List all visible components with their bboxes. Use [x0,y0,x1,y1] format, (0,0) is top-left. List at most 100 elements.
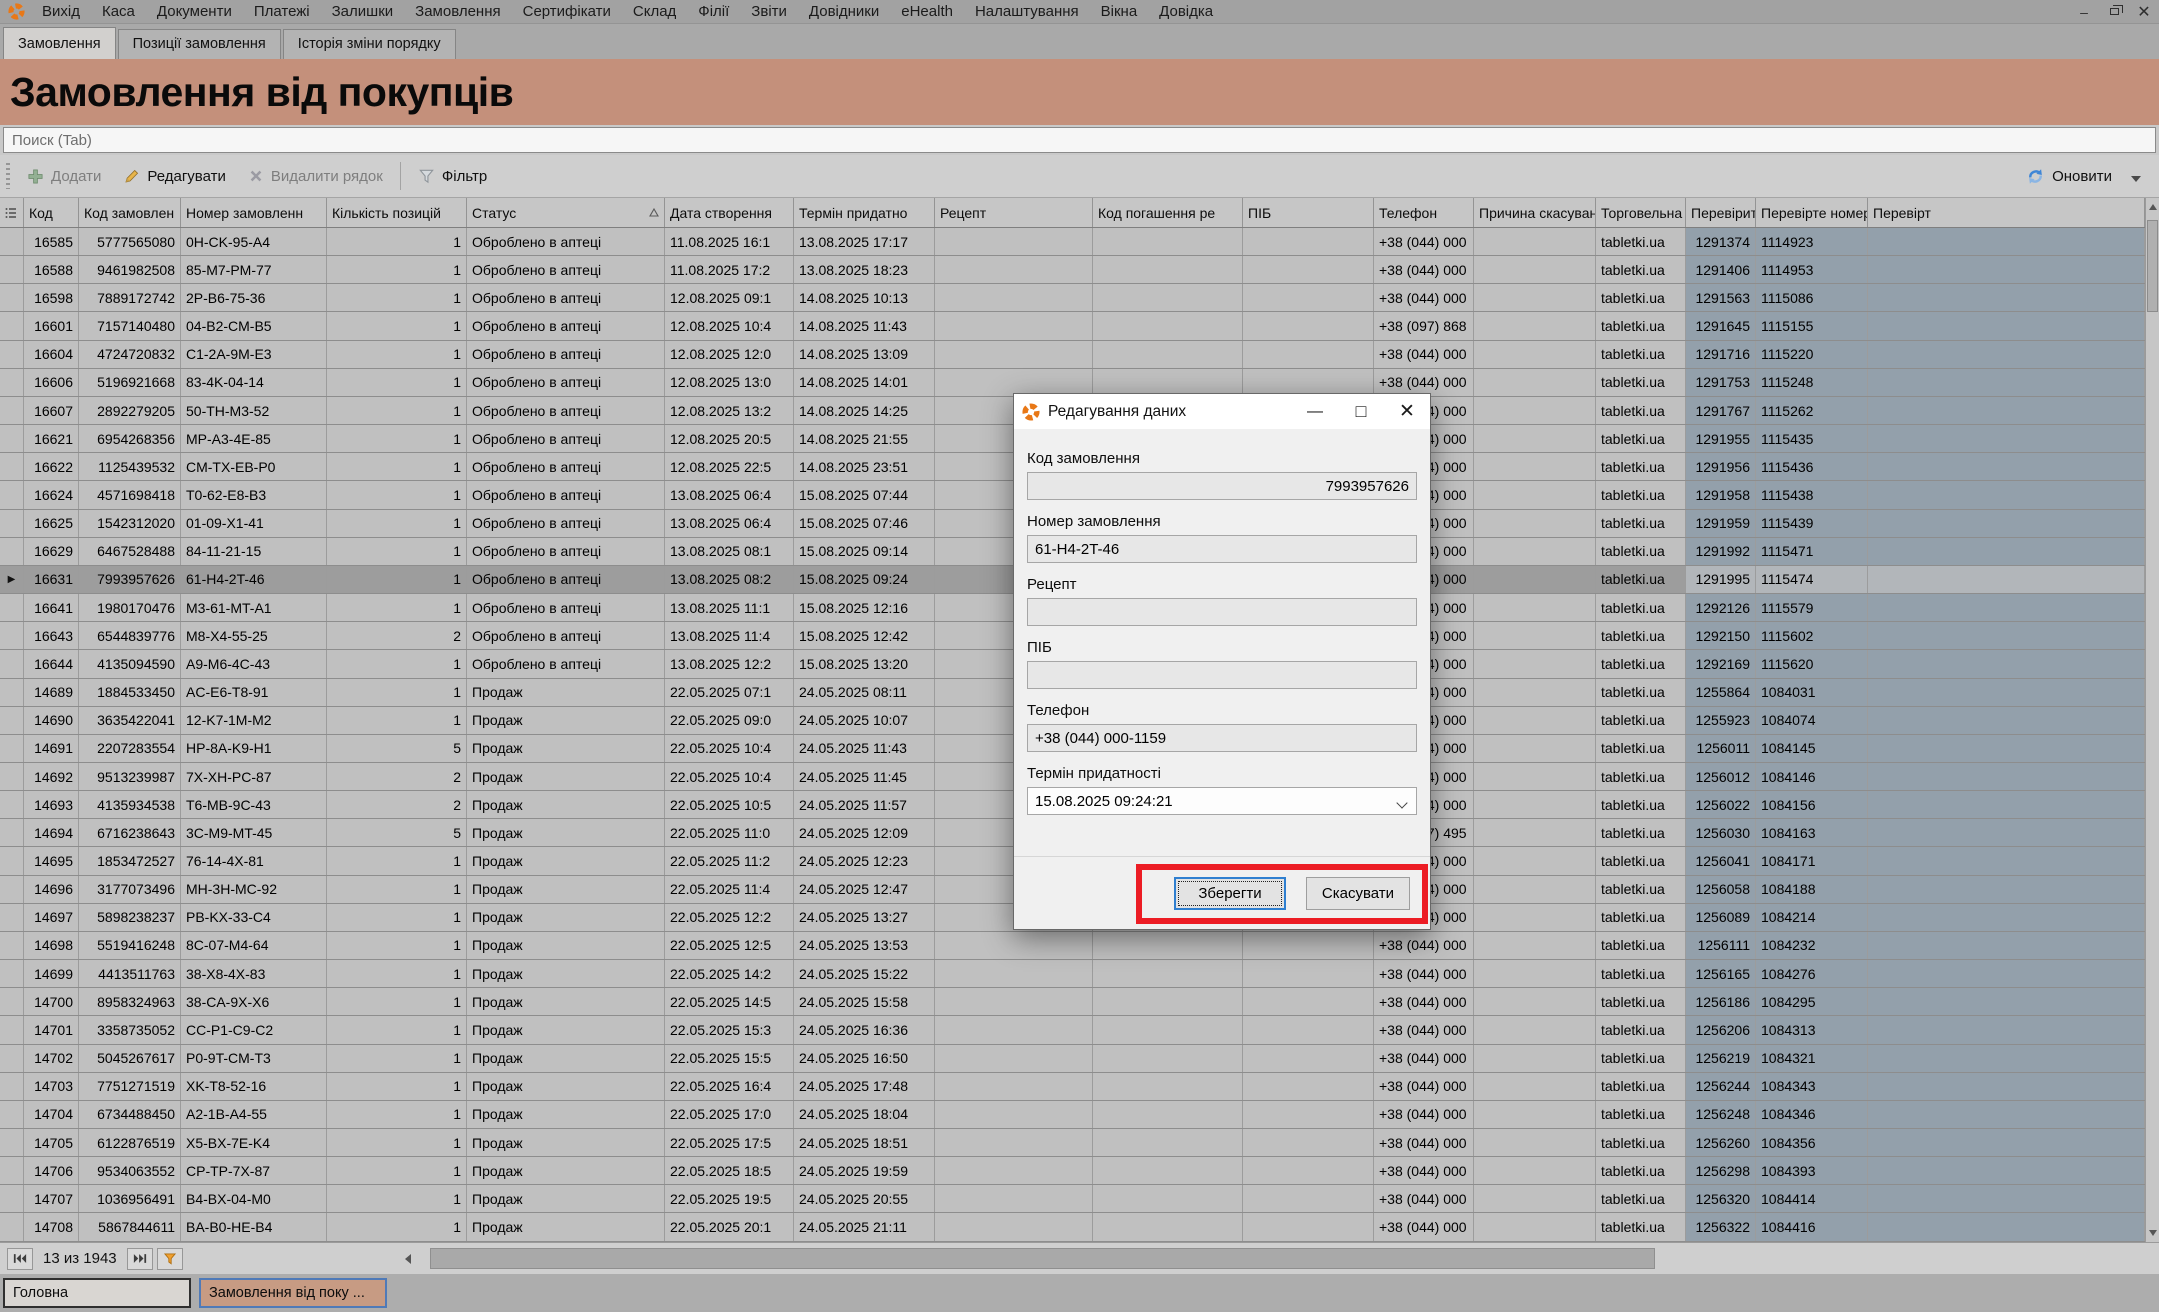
tab-1[interactable]: Позиції замовлення [118,29,281,59]
cell: tabletki.ua [1596,679,1686,706]
table-row[interactable]: 147069534063552CP-TP-7X-871Продаж22.05.2… [0,1157,2159,1185]
table-row[interactable]: 147013358735052CC-P1-C9-C21Продаж22.05.2… [0,1016,2159,1044]
menu-item-10[interactable]: Довідники [798,0,890,24]
table-row[interactable]: 147025045267617P0-9T-CM-T31Продаж22.05.2… [0,1045,2159,1073]
table-row[interactable]: 16601715714048004-B2-CM-B51Оброблено в а… [0,312,2159,340]
table-row[interactable]: 147037751271519XK-T8-52-161Продаж22.05.2… [0,1073,2159,1101]
last-page-button[interactable] [127,1248,153,1270]
menu-item-1[interactable]: Каса [91,0,146,24]
column-header-14[interactable]: Перевірте номер [1756,198,1868,227]
column-header-12[interactable]: Торговельна пла [1596,198,1686,227]
table-row[interactable]: 147056122876519X5-BX-7E-K41Продаж22.05.2… [0,1129,2159,1157]
first-page-button[interactable] [7,1248,33,1270]
cancel-button[interactable]: Скасувати [1306,877,1410,910]
table-row[interactable]: 147071036956491B4-BX-04-M01Продаж22.05.2… [0,1185,2159,1213]
vertical-scroll-thumb[interactable] [2147,220,2158,312]
column-header-0[interactable]: Код [24,198,79,227]
scroll-up-icon[interactable] [2146,198,2159,216]
tab-2[interactable]: Історія зміни порядку [283,29,456,59]
dialog-maximize-icon[interactable]: □ [1338,394,1384,429]
field-termin-prydatnosti[interactable]: 15.08.2025 09:24:21 [1027,787,1417,815]
pager-filter-button[interactable] [157,1248,183,1270]
column-header-7[interactable]: Рецепт [935,198,1093,227]
edit-button[interactable]: Редагувати [112,160,237,192]
column-header-5[interactable]: Дата створення [665,198,794,227]
menu-item-3[interactable]: Платежі [243,0,321,24]
refresh-button[interactable]: Оновити [2015,160,2123,192]
dialog-minimize-icon[interactable]: — [1292,394,1338,429]
menu-item-2[interactable]: Документи [146,0,243,24]
cell: 1291374 [1686,228,1756,255]
column-header-10[interactable]: Телефон [1374,198,1474,227]
menu-item-0[interactable]: Вихід [31,0,91,24]
vertical-scrollbar[interactable] [2145,198,2159,1242]
column-header-6[interactable]: Термін придатно [794,198,935,227]
menu-item-14[interactable]: Довідка [1148,0,1224,24]
cell: Продаж [467,988,665,1015]
chevron-down-icon[interactable] [1398,799,1408,809]
toolbar-grip[interactable] [6,163,10,189]
row-indicator-header[interactable] [0,198,24,227]
column-header-8[interactable]: Код погашення ре [1093,198,1243,227]
column-header-3[interactable]: Кількість позицій [327,198,467,227]
add-button[interactable]: Додати [16,160,112,192]
field-label-nomer-zamovlennya: Номер замовлення [1027,513,1417,530]
field-nomer-zamovlennya[interactable]: 61-H4-2T-46 [1027,535,1417,563]
close-window-icon[interactable]: ✕ [2129,0,2159,24]
field-kod-zamovlennya[interactable]: 7993957626 [1027,472,1417,500]
column-header-11[interactable]: Причина скасування [1474,198,1596,227]
column-header-9[interactable]: ПІБ [1243,198,1374,227]
cell: Продаж [467,819,665,846]
column-header-13[interactable]: Перевірити [1686,198,1756,227]
search-input[interactable] [3,127,2156,153]
menu-item-4[interactable]: Залишки [321,0,405,24]
table-row[interactable]: 1658557775650800H-CK-95-A41Оброблено в а… [0,228,2159,256]
menu-item-13[interactable]: Вікна [1090,0,1149,24]
scroll-down-icon[interactable] [2146,1224,2159,1242]
tab-0[interactable]: Замовлення [3,27,116,59]
table-row[interactable]: 16588946198250885-M7-PM-771Оброблено в а… [0,256,2159,284]
horizontal-scroll-thumb[interactable] [430,1248,1655,1269]
dialog-close-icon[interactable]: ✕ [1384,394,1430,429]
menu-item-9[interactable]: Звіти [740,0,798,24]
taskbar-button-0[interactable]: Головна [3,1278,191,1308]
table-row[interactable]: 1469855194162488C-07-M4-641Продаж22.05.2… [0,932,2159,960]
field-retsept[interactable] [1027,598,1417,626]
row-indicator [0,988,24,1015]
filter-button[interactable]: Фільтр [407,160,498,192]
column-header-4[interactable]: Статус [467,198,665,227]
cell: 22.05.2025 17:5 [665,1129,794,1156]
table-row[interactable]: 14700895832496338-CA-9X-X61Продаж22.05.2… [0,988,2159,1016]
table-row[interactable]: 1659878891727422P-B6-75-361Оброблено в а… [0,284,2159,312]
column-header-2[interactable]: Номер замовленн [181,198,327,227]
menu-item-6[interactable]: Сертифікати [512,0,622,24]
menu-item-7[interactable]: Склад [622,0,687,24]
menu-item-5[interactable]: Замовлення [404,0,511,24]
save-button[interactable]: Зберегти [1174,877,1286,910]
table-row[interactable]: 166044724720832C1-2A-9M-E31Оброблено в а… [0,341,2159,369]
taskbar-button-1[interactable]: Замовлення від поку ... [199,1278,387,1308]
column-header-1[interactable]: Код замовлен [79,198,181,227]
restore-window-icon[interactable] [2099,0,2129,24]
menu-item-11[interactable]: eHealth [890,0,964,24]
column-header-15[interactable]: Перевірт [1868,198,2145,227]
table-row[interactable]: 147085867844611BA-B0-HE-B41Продаж22.05.2… [0,1213,2159,1241]
cell: 16624 [24,481,79,508]
menu-item-8[interactable]: Філії [687,0,740,24]
cell [1868,1016,2145,1043]
cell [935,341,1093,368]
refresh-dropdown-icon[interactable] [2131,176,2141,182]
table-row[interactable]: 14699441351176338-X8-4X-831Продаж22.05.2… [0,960,2159,988]
cell: 1291767 [1686,397,1756,424]
menu-item-12[interactable]: Налаштування [964,0,1090,24]
minimize-window-icon[interactable]: – [2069,0,2099,24]
hscroll-left-icon[interactable] [398,1249,418,1269]
cell [1093,988,1243,1015]
field-telefon[interactable]: +38 (044) 000-1159 [1027,724,1417,752]
field-pib[interactable] [1027,661,1417,689]
cell: 04-B2-CM-B5 [181,312,327,339]
delete-row-button[interactable]: Видалити рядок [237,160,394,192]
cell: 1084031 [1756,679,1868,706]
table-row[interactable]: 147046734488450A2-1B-A4-551Продаж22.05.2… [0,1101,2159,1129]
dialog-title-bar[interactable]: Редагування даних — □ ✕ [1014,394,1430,429]
